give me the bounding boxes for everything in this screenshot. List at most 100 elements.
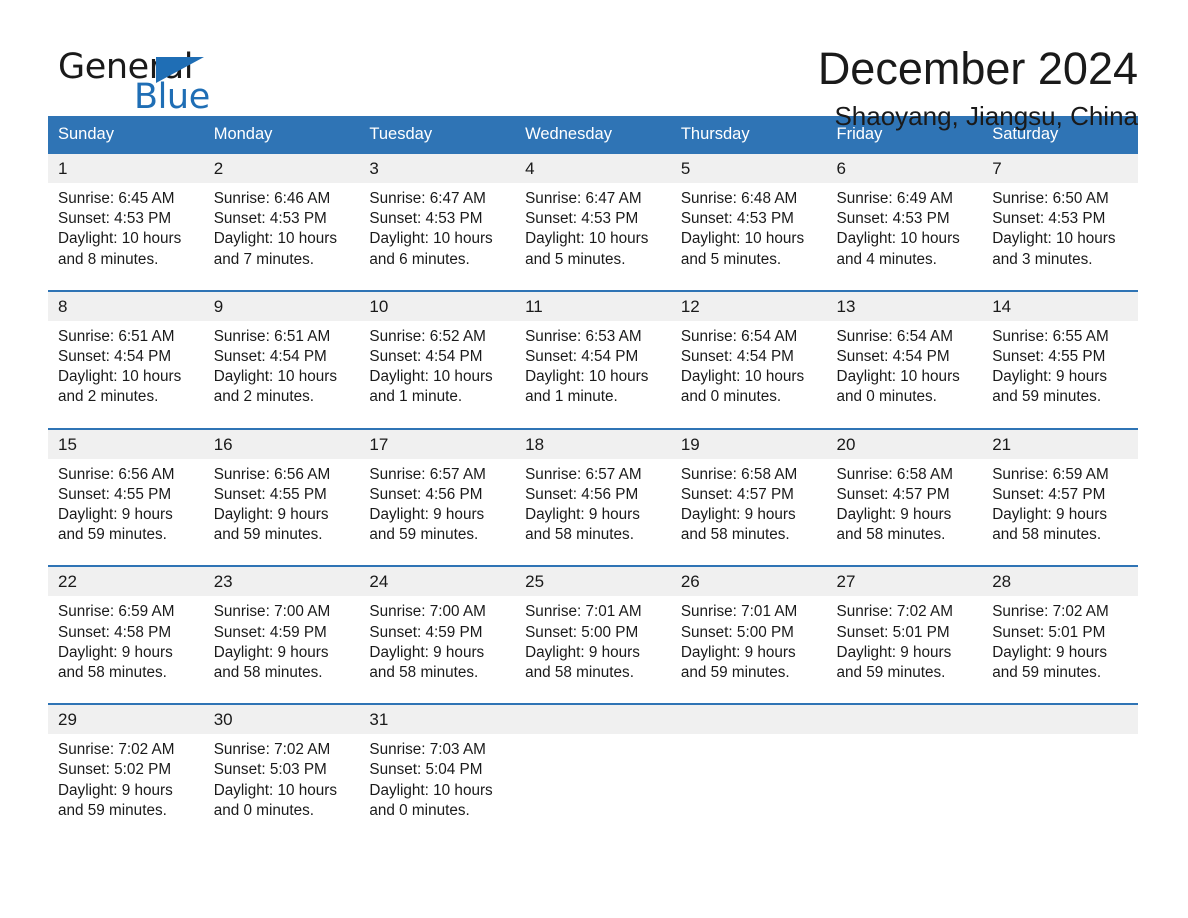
day-cell[interactable]: Sunrise: 6:47 AM Sunset: 4:53 PM Dayligh… (359, 183, 516, 291)
daylight-text-line2: and 7 minutes. (213, 250, 315, 268)
daylight-text-line1: Daylight: 10 hours (213, 230, 337, 248)
day-number[interactable]: 22 (48, 565, 204, 597)
week-date-row: 15 16 17 18 19 20 21 (48, 427, 1138, 459)
day-cell[interactable]: Sunrise: 6:56 AM Sunset: 4:55 PM Dayligh… (48, 458, 204, 567)
sunset-text: Sunset: 4:53 PM (525, 210, 639, 228)
day-cell[interactable]: Sunrise: 6:58 AM Sunset: 4:57 PM Dayligh… (826, 458, 983, 567)
day-cell[interactable]: Sunrise: 6:57 AM Sunset: 4:56 PM Dayligh… (515, 458, 671, 567)
day-cell[interactable]: Sunrise: 6:59 AM Sunset: 4:57 PM Dayligh… (982, 458, 1138, 567)
week-date-row: 8 9 10 11 12 13 14 (48, 289, 1138, 321)
day-number[interactable]: 19 (670, 427, 827, 459)
day-cell[interactable]: Sunrise: 6:45 AM Sunset: 4:53 PM Dayligh… (48, 183, 204, 291)
sunrise-text: Sunrise: 6:56 AM (58, 465, 175, 483)
sunset-text: Sunset: 4:54 PM (369, 348, 483, 366)
day-cell[interactable]: Sunrise: 7:02 AM Sunset: 5:01 PM Dayligh… (826, 596, 983, 705)
day-cell[interactable]: Sunrise: 6:54 AM Sunset: 4:54 PM Dayligh… (670, 320, 827, 429)
day-number[interactable]: 3 (359, 154, 516, 183)
day-cell[interactable]: Sunrise: 7:02 AM Sunset: 5:02 PM Dayligh… (48, 734, 204, 842)
calendar-table: Sunday Monday Tuesday Wednesday Thursday… (48, 116, 1138, 842)
daylight-text-line1: Daylight: 10 hours (680, 230, 805, 248)
daylight-text-line1: Daylight: 10 hours (369, 368, 493, 386)
daylight-text-line2: and 0 minutes. (369, 801, 470, 819)
day-number[interactable]: 30 (203, 703, 360, 735)
day-number[interactable]: 23 (203, 565, 360, 597)
sunrise-text: Sunrise: 6:53 AM (525, 327, 642, 345)
sunrise-text: Sunrise: 6:46 AM (213, 190, 331, 207)
title-block: December 2024 Shaoyang, Jiangsu, China (817, 43, 1138, 133)
day-cell[interactable]: Sunrise: 6:52 AM Sunset: 4:54 PM Dayligh… (359, 320, 516, 429)
daylight-text-line1: Daylight: 10 hours (836, 368, 960, 386)
sunset-text: Sunset: 4:57 PM (836, 485, 950, 503)
day-number[interactable]: 5 (670, 154, 827, 183)
day-cell[interactable]: Sunrise: 6:55 AM Sunset: 4:55 PM Dayligh… (982, 320, 1138, 429)
day-number[interactable]: 21 (982, 427, 1138, 459)
day-number[interactable]: 20 (826, 427, 983, 459)
day-cell[interactable]: Sunrise: 6:59 AM Sunset: 4:58 PM Dayligh… (48, 596, 204, 705)
page-title: December 2024 (817, 43, 1138, 94)
day-number[interactable]: 18 (515, 427, 671, 459)
day-cell[interactable]: Sunrise: 7:00 AM Sunset: 4:59 PM Dayligh… (359, 596, 516, 705)
daylight-text-line2: and 58 minutes. (213, 664, 323, 682)
sunset-text: Sunset: 4:54 PM (213, 348, 327, 366)
daylight-text-line2: and 59 minutes. (369, 526, 479, 544)
sunrise-text: Sunrise: 6:54 AM (836, 327, 954, 345)
week-detail-row: Sunrise: 6:56 AM Sunset: 4:55 PM Dayligh… (48, 458, 1138, 567)
day-number[interactable]: 1 (48, 154, 204, 183)
day-cell[interactable]: Sunrise: 7:02 AM Sunset: 5:03 PM Dayligh… (203, 734, 360, 842)
daylight-text-line2: and 58 minutes. (992, 526, 1102, 544)
day-number[interactable]: 25 (515, 565, 671, 597)
day-cell[interactable]: Sunrise: 6:58 AM Sunset: 4:57 PM Dayligh… (670, 458, 827, 567)
logo-text-blue: Blue (134, 77, 210, 117)
day-cell[interactable]: Sunrise: 6:51 AM Sunset: 4:54 PM Dayligh… (48, 320, 204, 429)
day-number[interactable]: 12 (670, 289, 827, 321)
day-number[interactable]: 15 (48, 427, 204, 459)
day-cell[interactable]: Sunrise: 7:01 AM Sunset: 5:00 PM Dayligh… (515, 596, 671, 705)
generalblue-logo[interactable]: General Blue (58, 44, 258, 117)
day-number[interactable]: 2 (203, 154, 360, 183)
day-cell[interactable]: Sunrise: 6:57 AM Sunset: 4:56 PM Dayligh… (359, 458, 516, 567)
daylight-text-line2: and 59 minutes. (836, 664, 946, 682)
day-number[interactable]: 28 (982, 565, 1138, 597)
day-number[interactable]: 8 (48, 289, 204, 321)
day-number[interactable]: 29 (48, 703, 204, 735)
daylight-text-line2: and 0 minutes. (680, 388, 782, 406)
day-cell[interactable]: Sunrise: 6:54 AM Sunset: 4:54 PM Dayligh… (826, 320, 983, 429)
day-number[interactable]: 10 (359, 289, 516, 321)
day-cell[interactable]: Sunrise: 6:48 AM Sunset: 4:53 PM Dayligh… (670, 183, 827, 291)
daylight-text-line1: Daylight: 10 hours (369, 781, 493, 799)
weekday-header-thursday: Thursday (670, 116, 827, 154)
day-cell[interactable]: Sunrise: 6:49 AM Sunset: 4:53 PM Dayligh… (826, 183, 983, 291)
sunset-text: Sunset: 4:59 PM (369, 623, 483, 641)
day-cell[interactable]: Sunrise: 6:51 AM Sunset: 4:54 PM Dayligh… (203, 320, 360, 429)
day-cell[interactable]: Sunrise: 7:02 AM Sunset: 5:01 PM Dayligh… (982, 596, 1138, 705)
day-cell[interactable]: Sunrise: 7:03 AM Sunset: 5:04 PM Dayligh… (359, 734, 516, 842)
daylight-text-line2: and 5 minutes. (525, 250, 626, 268)
day-number[interactable]: 7 (982, 154, 1138, 183)
day-number[interactable]: 4 (515, 154, 671, 183)
day-cell[interactable]: Sunrise: 6:46 AM Sunset: 4:53 PM Dayligh… (203, 183, 360, 291)
day-cell[interactable]: Sunrise: 6:50 AM Sunset: 4:53 PM Dayligh… (982, 183, 1138, 291)
day-cell[interactable]: Sunrise: 6:56 AM Sunset: 4:55 PM Dayligh… (203, 458, 360, 567)
day-cell[interactable]: Sunrise: 7:01 AM Sunset: 5:00 PM Dayligh… (670, 596, 827, 705)
daylight-text-line2: and 6 minutes. (369, 250, 470, 268)
day-number[interactable]: 17 (359, 427, 516, 459)
day-cell[interactable]: Sunrise: 7:00 AM Sunset: 4:59 PM Dayligh… (203, 596, 360, 705)
day-number[interactable]: 24 (359, 565, 516, 597)
day-number[interactable]: 27 (826, 565, 983, 597)
week-detail-row: Sunrise: 7:02 AM Sunset: 5:02 PM Dayligh… (48, 734, 1138, 842)
day-number[interactable]: 6 (826, 154, 983, 183)
day-cell[interactable]: Sunrise: 6:47 AM Sunset: 4:53 PM Dayligh… (515, 183, 671, 291)
day-number[interactable]: 26 (670, 565, 827, 597)
sunset-text: Sunset: 5:03 PM (213, 761, 327, 779)
day-number[interactable]: 31 (359, 703, 516, 735)
day-number[interactable]: 13 (826, 289, 983, 321)
sunrise-text: Sunrise: 6:58 AM (836, 465, 954, 483)
day-number[interactable]: 11 (515, 289, 671, 321)
day-number[interactable]: 9 (203, 289, 360, 321)
empty-day-number (515, 703, 671, 735)
day-cell[interactable]: Sunrise: 6:53 AM Sunset: 4:54 PM Dayligh… (515, 320, 671, 429)
day-number[interactable]: 16 (203, 427, 360, 459)
day-number[interactable]: 14 (982, 289, 1138, 321)
daylight-text-line1: Daylight: 9 hours (58, 781, 173, 799)
sunrise-text: Sunrise: 7:03 AM (369, 741, 486, 759)
